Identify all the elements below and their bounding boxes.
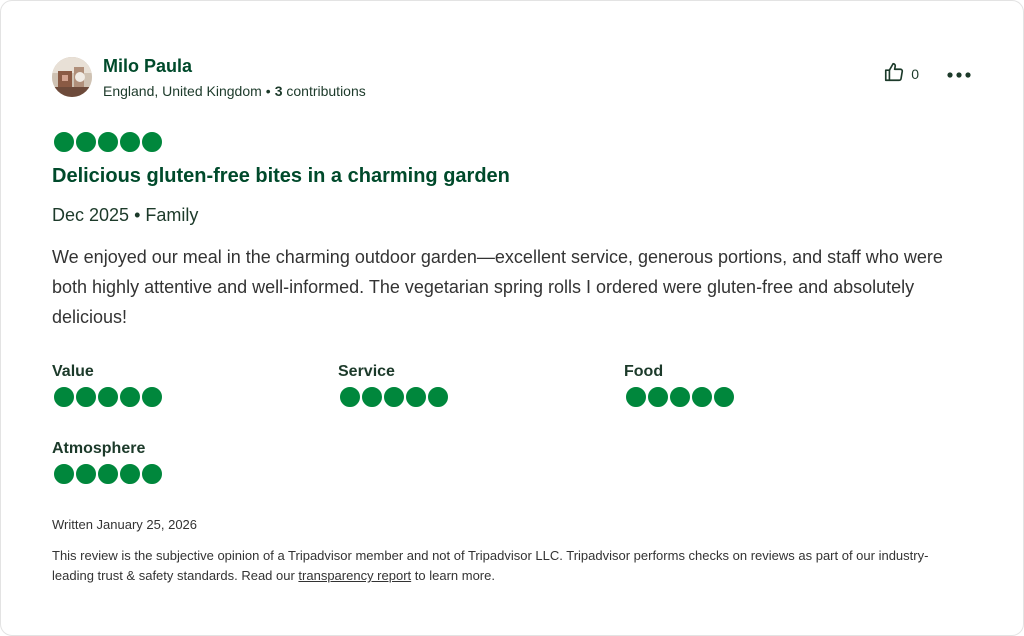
- rating-bubble: [626, 387, 646, 407]
- review-title[interactable]: Delicious gluten-free bites in a charmin…: [52, 164, 510, 188]
- overall-rating-bubbles: [54, 132, 162, 152]
- review-disclaimer: This review is the subjective opinion of…: [52, 546, 962, 586]
- more-options-button[interactable]: [947, 65, 971, 83]
- rating-bubble: [714, 387, 734, 407]
- rating-bubble: [648, 387, 668, 407]
- review-card: Milo Paula England, United Kingdom • 3 con…: [0, 0, 1024, 636]
- subrating-label: Value: [52, 363, 94, 380]
- review-header: Milo Paula England, United Kingdom • 3 con…: [52, 57, 971, 101]
- rating-bubble: [76, 464, 96, 484]
- rating-bubble: [142, 132, 162, 152]
- written-date: Written January 25, 2026: [52, 517, 198, 532]
- trip-date: Dec 2025: [52, 205, 130, 225]
- subrating-service: Service: [338, 363, 448, 407]
- rating-bubble: [98, 464, 118, 484]
- user-location: England, United Kingdom: [103, 83, 262, 99]
- trip-type: Family: [145, 205, 199, 225]
- subrating-label: Atmosphere: [52, 440, 146, 457]
- thumbs-up-icon: [883, 61, 905, 88]
- trip-separator: •: [134, 205, 141, 225]
- rating-bubble: [120, 464, 140, 484]
- like-count: 0: [911, 66, 919, 82]
- user-name[interactable]: Milo Paula: [103, 57, 192, 75]
- more-options-icon: [947, 65, 971, 83]
- rating-bubble: [76, 387, 96, 407]
- rating-bubble: [362, 387, 382, 407]
- subrating-bubbles: [340, 387, 448, 407]
- rating-bubble: [142, 387, 162, 407]
- rating-bubble: [406, 387, 426, 407]
- subrating-label: Food: [624, 363, 664, 380]
- subrating-label: Service: [338, 363, 395, 380]
- rating-bubble: [428, 387, 448, 407]
- review-body: We enjoyed our meal in the charming outd…: [52, 247, 943, 327]
- disclaimer-text-end: to learn more.: [411, 568, 495, 583]
- rating-bubble: [54, 387, 74, 407]
- like-button[interactable]: 0: [883, 61, 919, 88]
- rating-bubble: [120, 387, 140, 407]
- rating-bubble: [120, 132, 140, 152]
- subrating-food: Food: [624, 363, 734, 407]
- contributions-label: contributions: [286, 83, 366, 99]
- meta-separator: •: [265, 83, 271, 99]
- user-meta: England, United Kingdom • 3 contributions: [103, 83, 366, 99]
- contributions-count: 3: [274, 83, 283, 99]
- subrating-value: Value: [52, 363, 162, 407]
- review-actions: 0: [883, 62, 971, 86]
- rating-bubble: [340, 387, 360, 407]
- subrating-bubbles: [626, 387, 734, 407]
- rating-bubble: [692, 387, 712, 407]
- rating-bubble: [54, 132, 74, 152]
- rating-bubble: [54, 464, 74, 484]
- rating-bubble: [384, 387, 404, 407]
- subrating-atmosphere: Atmosphere: [52, 440, 162, 484]
- rating-bubble: [670, 387, 690, 407]
- subrating-bubbles: [54, 464, 162, 484]
- trip-info: Dec 2025 • Family: [52, 204, 198, 226]
- rating-bubble: [98, 387, 118, 407]
- avatar-image: [52, 57, 92, 97]
- avatar[interactable]: [52, 57, 92, 97]
- subrating-bubbles: [54, 387, 162, 407]
- rating-bubble: [142, 464, 162, 484]
- rating-bubble: [76, 132, 96, 152]
- transparency-report-link[interactable]: transparency report: [298, 568, 411, 583]
- rating-bubble: [98, 132, 118, 152]
